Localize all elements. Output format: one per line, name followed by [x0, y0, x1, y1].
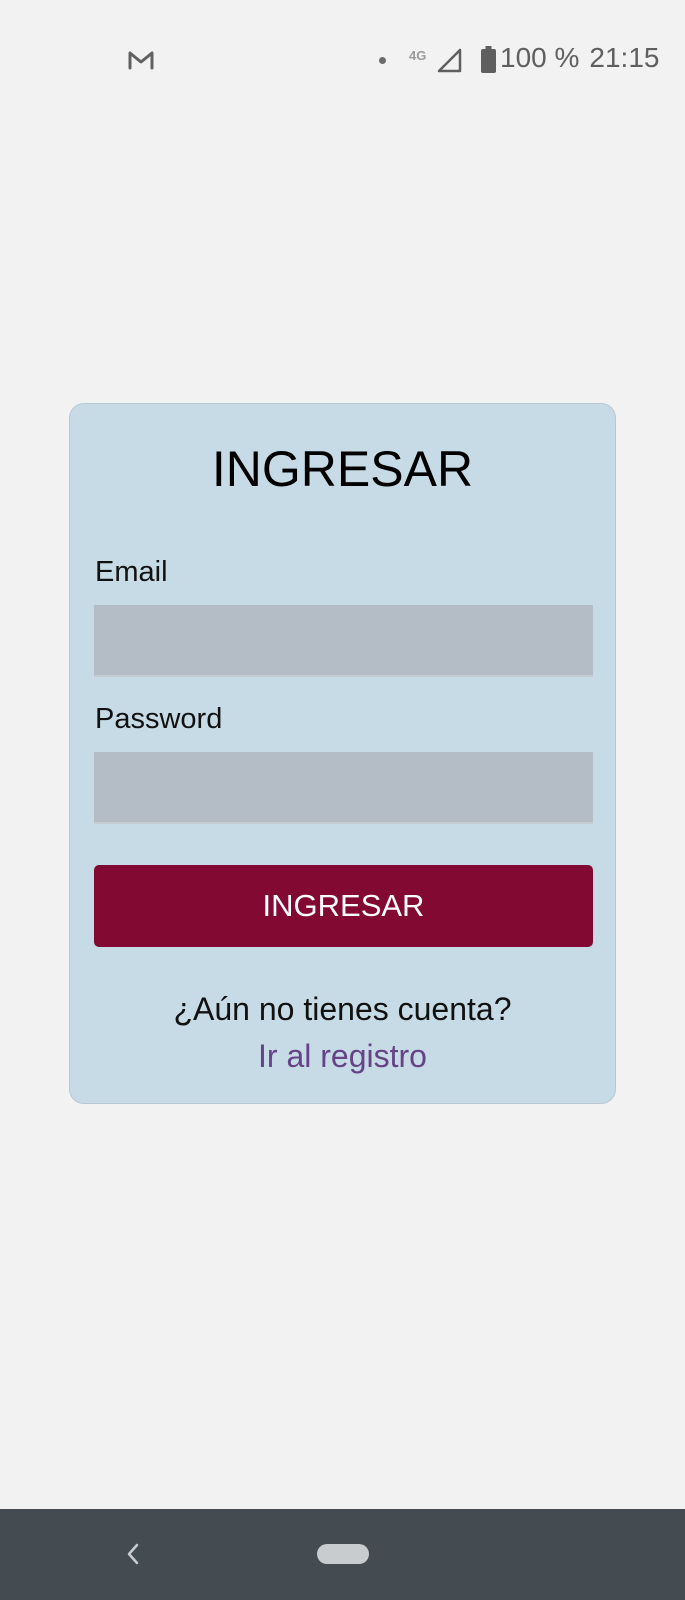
email-label: Email [95, 556, 168, 588]
notification-dot [379, 57, 386, 64]
cell-signal-icon [437, 48, 462, 73]
gmail-icon [128, 51, 154, 70]
battery-icon [481, 46, 496, 73]
battery-percent: 100 % [500, 42, 580, 73]
password-field[interactable] [94, 752, 593, 824]
back-chevron-icon[interactable] [124, 1541, 142, 1567]
register-link[interactable]: Ir al registro [70, 1036, 615, 1076]
status-bar: 4G 100 % 21:15 [0, 0, 685, 122]
no-account-text: ¿Aún no tienes cuenta? [173, 991, 512, 1027]
login-card: INGRESAR Email Password INGRESAR ¿Aún no… [69, 403, 616, 1104]
login-title: INGRESAR [211, 441, 474, 497]
password-label: Password [95, 703, 223, 735]
system-nav-bar [0, 1509, 685, 1600]
email-field[interactable] [94, 605, 593, 677]
clock: 21:15 [589, 42, 660, 73]
login-submit-button[interactable]: INGRESAR [94, 865, 593, 947]
home-pill-icon[interactable] [317, 1544, 369, 1564]
status-text: 100 % 21:15 [500, 42, 659, 74]
network-type-label: 4G [409, 48, 427, 63]
